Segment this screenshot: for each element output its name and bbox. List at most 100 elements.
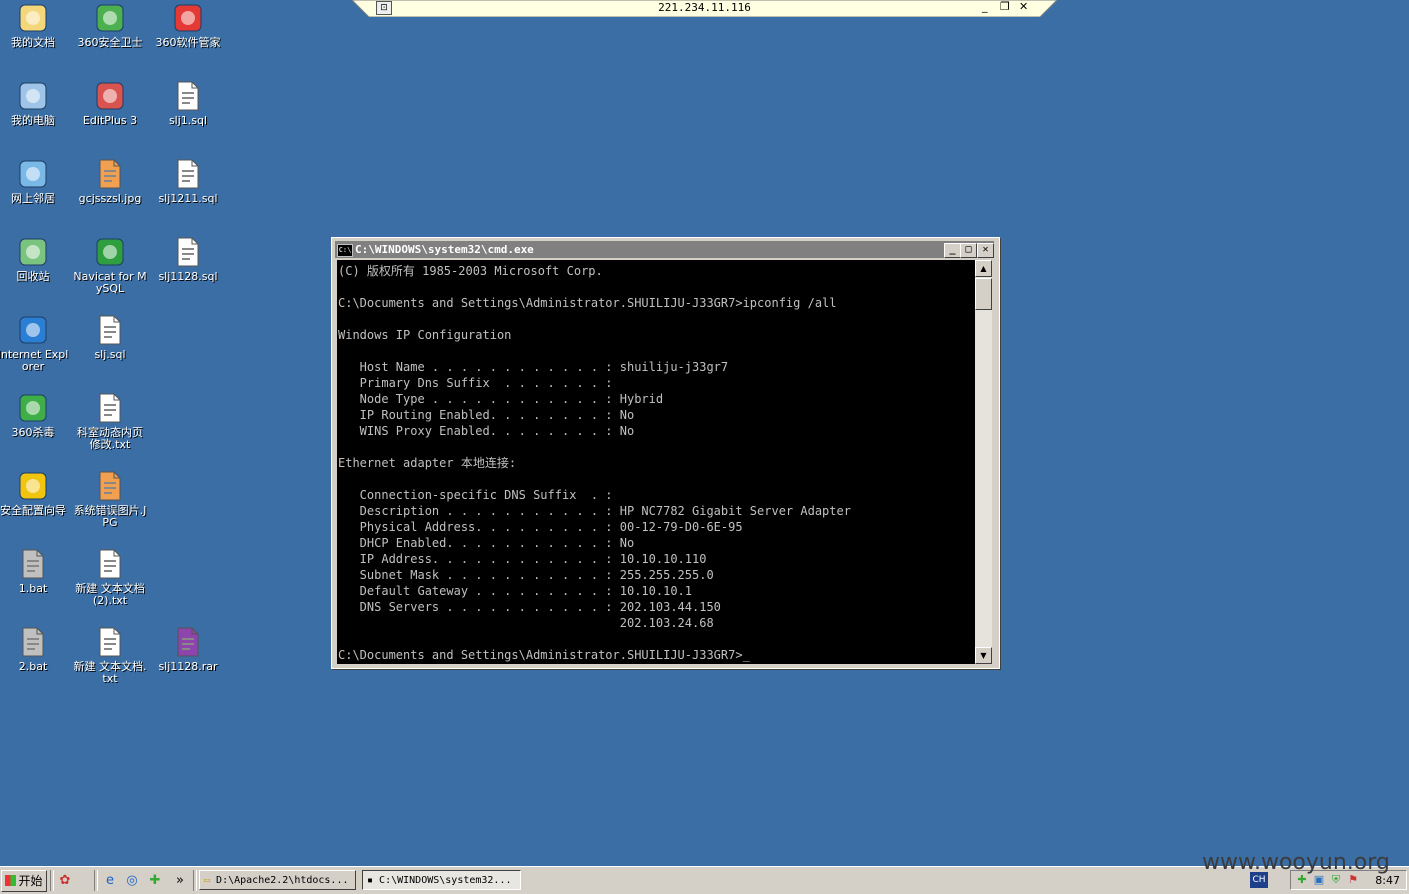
cmd-minimize-button[interactable]: _	[944, 243, 961, 258]
my-computer-icon	[19, 82, 47, 110]
desktop-icon-label: gcjsszsl.jpg	[78, 192, 142, 205]
desktop-icon[interactable]: gcjsszsl.jpg	[72, 158, 148, 205]
taskbar-separator	[193, 870, 197, 891]
360-safe-icon	[96, 4, 124, 32]
desktop-icon[interactable]: EditPlus 3	[72, 80, 148, 127]
task-label: D:\Apache2.2\htdocs...	[216, 875, 349, 886]
taskbar: 开始 ✿ e ◎ ✚ » ▭ D:\Apache2.2\htdocs... ▪ …	[0, 866, 1409, 894]
desktop-icon[interactable]: slj.sql	[72, 314, 148, 361]
desktop-icon[interactable]: 新建 文本文档 (2).txt	[72, 548, 148, 607]
task-explorer-window[interactable]: ▭ D:\Apache2.2\htdocs...	[199, 870, 356, 890]
desktop-icon-label: slj1128.rar	[158, 660, 218, 673]
desktop-icon[interactable]: 网上邻居	[0, 158, 71, 205]
desktop-icon[interactable]: 安全配置向导	[0, 470, 71, 517]
console-line: Connection-specific DNS Suffix . :	[338, 488, 613, 502]
jpg-file-icon	[99, 159, 121, 189]
desktop-icon-label: 360软件管家	[155, 36, 221, 49]
desktop-icon[interactable]: 科室动态内页修改.txt	[72, 392, 148, 451]
desktop-icon[interactable]: slj1.sql	[150, 80, 226, 127]
watermark: www.wooyun.org	[1202, 850, 1390, 875]
task-cmd-window[interactable]: ▪ C:\WINDOWS\system32...	[362, 870, 521, 890]
cmd-vertical-scrollbar[interactable]: ▲ ▼	[975, 260, 992, 664]
desktop-icon-label: 新建 文本文档 (2).txt	[75, 582, 145, 607]
console-line: C:\Documents and Settings\Administrator.…	[338, 648, 750, 662]
desktop-icon-label: 360杀毒	[11, 426, 55, 439]
internet-explorer-icon	[19, 316, 47, 344]
quicklaunch-360safe-icon[interactable]: ✚	[146, 872, 164, 890]
desktop-icon[interactable]: 回收站	[0, 236, 71, 283]
console-line: WINS Proxy Enabled. . . . . . . . : No	[338, 424, 635, 438]
console-line: (C) 版权所有 1985-2003 Microsoft Corp.	[338, 264, 603, 278]
cmd-system-icon[interactable]: C:\	[337, 244, 353, 257]
tray-shield-icon[interactable]: ⛨	[1329, 873, 1343, 887]
360-software-icon	[174, 4, 202, 32]
desktop-icon[interactable]: 360杀毒	[0, 392, 71, 439]
desktop: 我的文档 360安全卫士 360软件管家我的电脑 EditPlus 3 slj1.sql…	[0, 0, 1409, 866]
quicklaunch-360-icon[interactable]: ✿	[56, 872, 74, 890]
cmd-maximize-button[interactable]: □	[960, 243, 977, 258]
sql-file-icon	[177, 237, 199, 267]
desktop-icon[interactable]: 系统错误图片.JPG	[72, 470, 148, 529]
rdp-minimize-button[interactable]: _	[982, 0, 988, 13]
desktop-icon-label: 安全配置向导	[0, 504, 66, 517]
desktop-icon[interactable]: 360软件管家	[150, 2, 226, 49]
quicklaunch-more-button[interactable]: »	[171, 872, 189, 890]
desktop-icon-label: 网上邻居	[11, 192, 55, 205]
tray-360-icon[interactable]: ✚	[1295, 873, 1309, 887]
tray-network-icon[interactable]: ▣	[1312, 873, 1326, 887]
security-wizard-icon	[19, 472, 47, 500]
recycle-bin-icon	[19, 238, 47, 266]
desktop-icon[interactable]: Navicat for MySQL	[72, 236, 148, 295]
desktop-icon[interactable]: 2.bat	[0, 626, 71, 673]
network-places-icon	[19, 160, 47, 188]
rdp-close-button[interactable]: ✕	[1019, 0, 1028, 13]
console-line: Primary Dns Suffix . . . . . . . :	[338, 376, 613, 390]
desktop-icon-label: 我的文档	[11, 36, 55, 49]
desktop-icon-label: slj1.sql	[168, 114, 208, 127]
desktop-icon[interactable]: slj1211.sql	[150, 158, 226, 205]
folder-icon: ▭	[204, 875, 217, 886]
scroll-up-icon[interactable]: ▲	[975, 260, 992, 277]
quicklaunch-ie-icon[interactable]: e	[101, 872, 119, 890]
desktop-icon-label: 新建 文本文档.txt	[73, 660, 147, 685]
desktop-icon[interactable]: 新建 文本文档.txt	[72, 626, 148, 685]
rar-archive-icon	[177, 627, 199, 657]
desktop-icon-label: slj.sql	[94, 348, 126, 361]
start-button[interactable]: 开始	[1, 870, 47, 892]
cmd-title-bar[interactable]: C:\ C:\WINDOWS\system32\cmd.exe _ □ ✕	[335, 241, 994, 258]
windows-flag-icon	[5, 875, 17, 886]
tray-security-icon[interactable]: ⚑	[1346, 873, 1360, 887]
desktop-icon[interactable]: 我的电脑	[0, 80, 71, 127]
360-antivirus-icon	[19, 394, 47, 422]
console-line: IP Address. . . . . . . . . . . . : 10.1…	[338, 552, 707, 566]
desktop-icon-label: Internet Explorer	[0, 348, 69, 373]
rdp-address: 221.234.11.116	[658, 1, 751, 14]
desktop-icon-label: slj1128.sql	[158, 270, 218, 283]
quicklaunch-outlook-icon[interactable]: ◎	[123, 872, 141, 890]
desktop-icon-label: EditPlus 3	[82, 114, 138, 127]
scroll-down-icon[interactable]: ▼	[975, 647, 992, 664]
desktop-icon-label: 1.bat	[18, 582, 48, 595]
console-line: Description . . . . . . . . . . . : HP N…	[338, 504, 851, 518]
cmd-window[interactable]: C:\ C:\WINDOWS\system32\cmd.exe _ □ ✕ (C…	[331, 237, 1000, 669]
cmd-task-icon: ▪	[367, 875, 380, 886]
desktop-icon-label: 科室动态内页修改.txt	[77, 426, 143, 451]
jpg-file-icon	[99, 471, 121, 501]
console-line: Host Name . . . . . . . . . . . . : shui…	[338, 360, 729, 374]
desktop-icon[interactable]: 1.bat	[0, 548, 71, 595]
scroll-thumb[interactable]	[975, 278, 992, 310]
console-text: (C) 版权所有 1985-2003 Microsoft Corp. C:\Do…	[337, 260, 975, 663]
desktop-icon-label: Navicat for MySQL	[73, 270, 147, 295]
task-label: C:\WINDOWS\system32...	[379, 875, 512, 886]
desktop-icon-label: 回收站	[16, 270, 50, 283]
desktop-icon[interactable]: Internet Explorer	[0, 314, 71, 373]
desktop-icon[interactable]: 360安全卫士	[72, 2, 148, 49]
desktop-icon[interactable]: slj1128.rar	[150, 626, 226, 673]
rdp-restore-button[interactable]: ❐	[1000, 0, 1010, 13]
desktop-icon[interactable]: slj1128.sql	[150, 236, 226, 283]
desktop-icon[interactable]: 我的文档	[0, 2, 71, 49]
cmd-console-output[interactable]: (C) 版权所有 1985-2003 Microsoft Corp. C:\Do…	[337, 260, 975, 664]
sql-file-icon	[177, 81, 199, 111]
console-line: Ethernet adapter 本地连接:	[338, 456, 517, 470]
cmd-close-button[interactable]: ✕	[977, 243, 994, 258]
